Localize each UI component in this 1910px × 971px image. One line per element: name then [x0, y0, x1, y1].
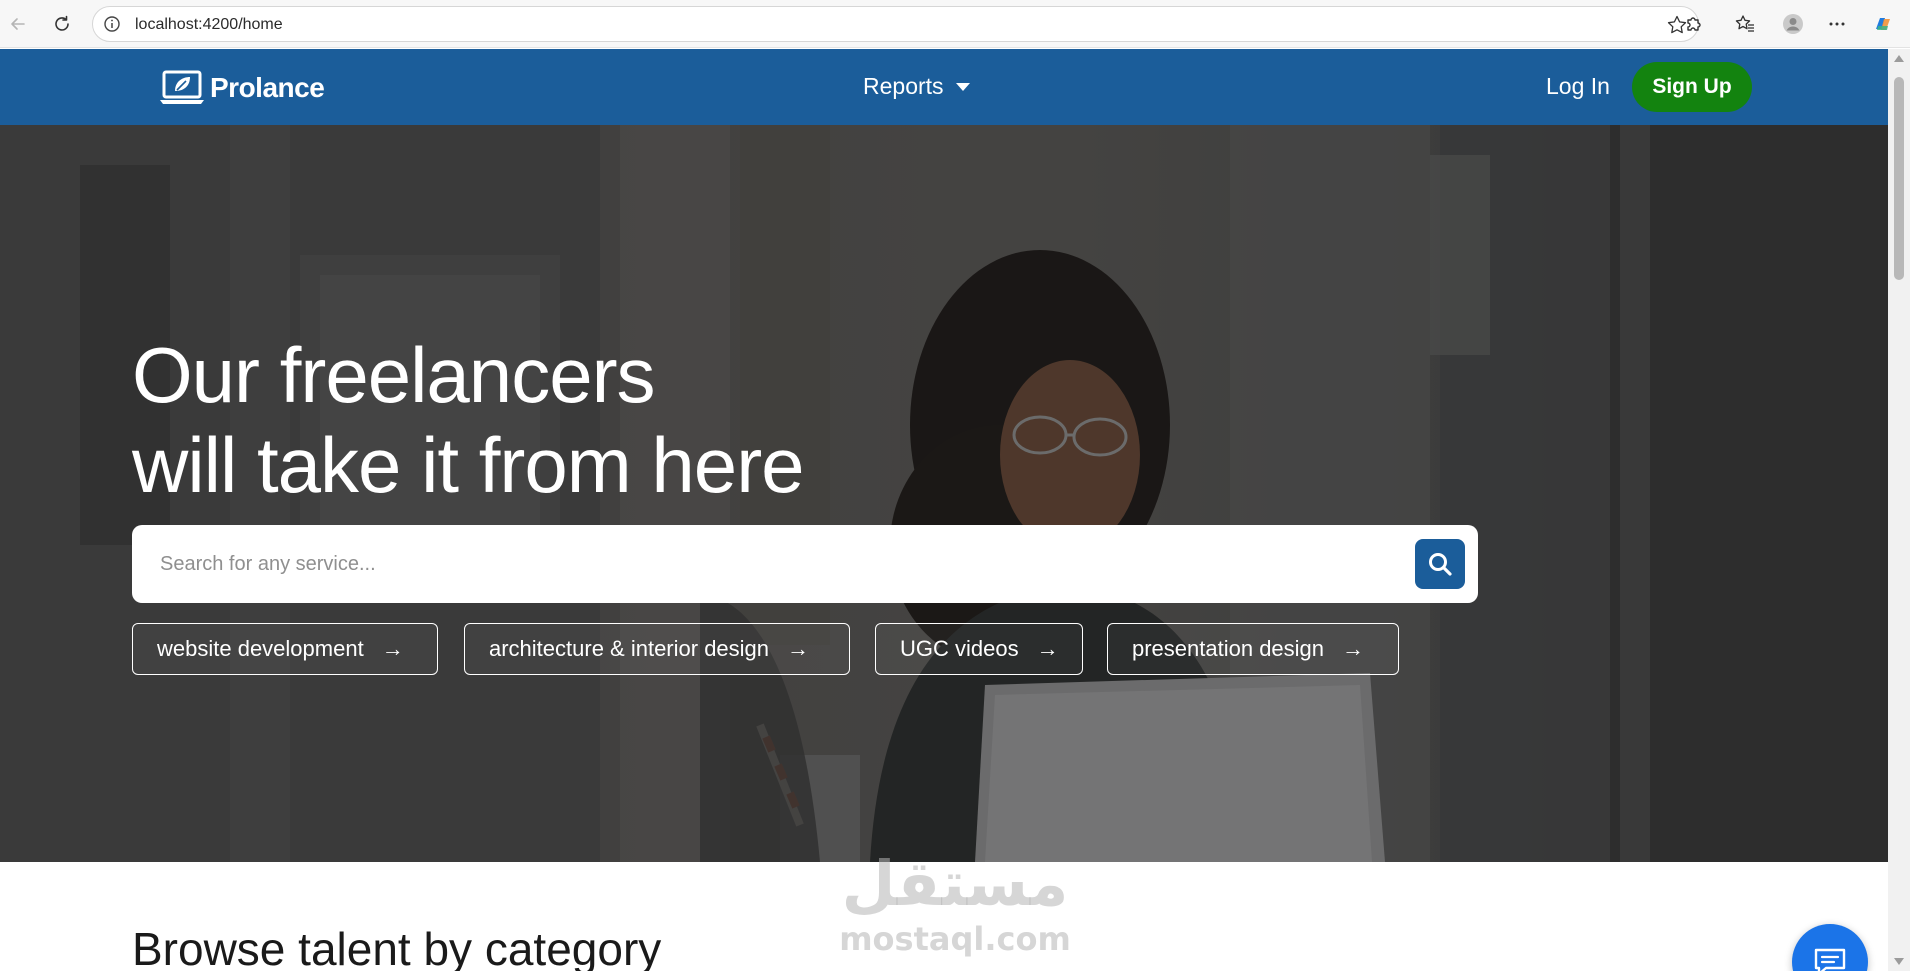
- signup-button[interactable]: Sign Up: [1632, 62, 1752, 112]
- chip-website-development[interactable]: website development →: [132, 623, 438, 675]
- copilot-button[interactable]: [1870, 11, 1896, 37]
- arrow-right-icon: →: [381, 636, 404, 661]
- puzzle-icon: [1687, 17, 1701, 31]
- chat-button[interactable]: [1792, 924, 1868, 971]
- chip-label: UGC videos: [900, 636, 1019, 661]
- more-button[interactable]: [1824, 11, 1850, 37]
- watermark-english: mostaql.com: [839, 920, 1071, 958]
- hero-title-line-2: will take it from here: [132, 421, 805, 509]
- profile-button[interactable]: [1780, 11, 1806, 37]
- reload-icon: [55, 15, 69, 31]
- chip-presentation-design[interactable]: presentation design →: [1107, 623, 1399, 675]
- scroll-thumb[interactable]: [1894, 77, 1904, 280]
- reload-button[interactable]: [48, 10, 76, 38]
- browser-toolbar: localhost:4200/home: [0, 0, 1910, 48]
- copilot-icon: [1876, 18, 1890, 30]
- chip-architecture-interior-design[interactable]: architecture & interior design →: [464, 623, 850, 675]
- back-button[interactable]: [4, 10, 32, 38]
- hero-title: Our freelancers will take it from here: [132, 330, 805, 510]
- arrow-right-icon: →: [1342, 636, 1365, 661]
- watermark-arabic: مستقل: [841, 847, 1069, 920]
- chip-label: presentation design: [1132, 636, 1325, 661]
- page-scrollbar[interactable]: [1888, 49, 1910, 971]
- chip-ugc-videos[interactable]: UGC videos →: [875, 623, 1083, 675]
- caret-down-icon: [955, 82, 970, 91]
- favorites-button[interactable]: [1732, 11, 1758, 37]
- search-button[interactable]: [1415, 539, 1465, 589]
- page: Prolance Reports Log In Sign Up Our free…: [0, 49, 1888, 971]
- favorites-star-icon: [1735, 15, 1754, 32]
- reports-dropdown[interactable]: Reports: [863, 73, 970, 100]
- search-box: [132, 525, 1478, 603]
- chip-label: website development: [157, 636, 364, 661]
- url-text[interactable]: localhost:4200/home: [135, 16, 283, 34]
- hero-section: Our freelancers will take it from here w…: [0, 125, 1888, 862]
- arrow-right-icon: →: [1036, 636, 1059, 661]
- reports-label: Reports: [863, 73, 944, 99]
- search-icon: [1429, 553, 1452, 576]
- brand-name: Prolance: [210, 72, 325, 103]
- hero-title-line-1: Our freelancers: [132, 331, 656, 419]
- more-dots-icon: [1829, 22, 1845, 26]
- address-bar[interactable]: localhost:4200/home: [92, 6, 1699, 42]
- top-navbar: Prolance Reports Log In Sign Up: [0, 49, 1888, 125]
- laptop-leaf-icon: [160, 70, 204, 104]
- scroll-up-icon[interactable]: [1894, 55, 1904, 62]
- scroll-down-icon[interactable]: [1894, 958, 1904, 965]
- login-link[interactable]: Log In: [1546, 73, 1610, 100]
- chip-label: architecture & interior design: [489, 636, 770, 661]
- chat-bubble-icon: [1814, 948, 1846, 971]
- avatar-icon: [1783, 14, 1803, 34]
- extensions-button[interactable]: [1681, 11, 1707, 37]
- info-icon[interactable]: [103, 15, 121, 33]
- arrow-left-icon: [11, 18, 25, 30]
- watermark: مستقل mostaql.com: [830, 849, 1080, 969]
- browse-section-title: Browse talent by category: [132, 923, 662, 971]
- brand-logo[interactable]: Prolance: [158, 69, 325, 107]
- arrow-right-icon: →: [787, 636, 810, 661]
- search-input[interactable]: [160, 545, 1410, 583]
